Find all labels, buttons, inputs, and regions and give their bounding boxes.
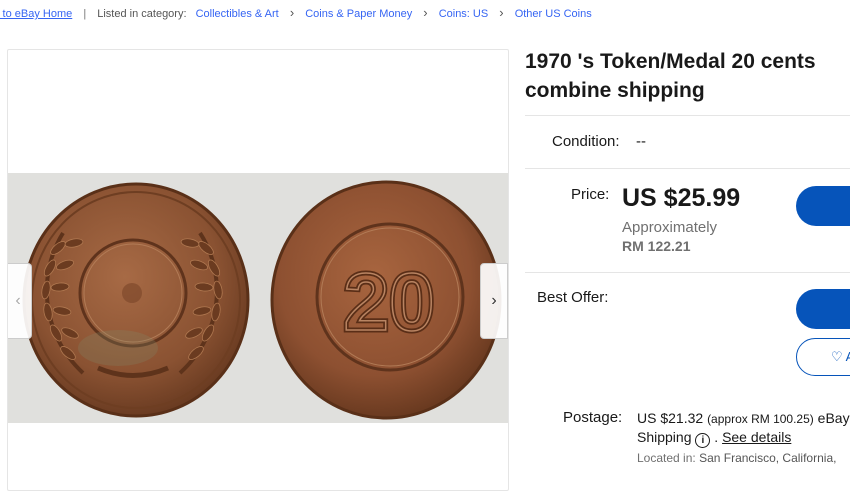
price-label: Price:: [571, 186, 610, 203]
item-location: Located in: San Francisco, California,: [637, 451, 836, 465]
item-title: 1970 's Token/Medal 20 cents combine shi…: [525, 47, 816, 105]
postage-cost-line: US $21.32 (approx RM 100.25) eBay: [637, 410, 850, 426]
chevron-right-icon: ›: [499, 5, 504, 20]
breadcrumb-item-coins-us[interactable]: Coins: US: [439, 8, 489, 20]
divider: [525, 115, 850, 116]
coin-obverse: [22, 182, 250, 418]
coins-photo: 20 20: [22, 180, 502, 420]
coin-denomination-highlight: 20: [343, 257, 434, 348]
postage-approx: (approx RM 100.25): [707, 412, 814, 426]
separator-dot: .: [714, 429, 719, 445]
breadcrumb-item-other-us-coins[interactable]: Other US Coins: [515, 8, 592, 20]
listed-in-label: Listed in category:: [97, 8, 187, 20]
back-to-ebay-home-link[interactable]: k to eBay Home: [0, 8, 72, 20]
divider: [525, 272, 850, 273]
add-to-watchlist-button[interactable]: ♡ A: [796, 338, 850, 376]
heart-icon: ♡: [831, 349, 843, 364]
watchlist-label: A: [845, 349, 850, 364]
item-title-line2: combine shipping: [525, 79, 705, 102]
item-image-frame[interactable]: 20 20 ‹ ›: [7, 49, 509, 491]
item-title-line1: 1970 's Token/Medal 20 cents: [525, 50, 816, 73]
breadcrumb-item-coins-paper-money[interactable]: Coins & Paper Money: [305, 8, 412, 20]
price-approx-label: Approximately: [622, 219, 718, 236]
condition-label: Condition:: [552, 133, 620, 150]
make-offer-button[interactable]: [796, 289, 850, 329]
divider: [525, 168, 850, 169]
next-image-button[interactable]: ›: [480, 263, 508, 339]
price-value: US $25.99: [622, 184, 741, 212]
chevron-right-icon: ›: [423, 5, 428, 20]
chevron-right-icon: ›: [289, 5, 295, 20]
located-in-value: San Francisco, California,: [699, 451, 837, 465]
located-in-label: Located in:: [637, 451, 696, 465]
chevron-left-icon: ‹: [15, 292, 21, 309]
condition-value: --: [636, 133, 646, 150]
previous-image-button[interactable]: ‹: [8, 263, 32, 339]
breadcrumb-item-collectibles[interactable]: Collectibles & Art: [196, 8, 279, 20]
postage-carrier: eBay: [817, 410, 850, 426]
best-offer-label: Best Offer:: [537, 289, 609, 306]
shipping-details-line: Shipping i . See details: [637, 429, 791, 448]
item-photo: 20 20: [8, 173, 508, 423]
breadcrumb: k to eBay Home | Listed in category: Col…: [0, 5, 592, 20]
price-converted: RM 122.21: [622, 238, 691, 254]
see-details-link[interactable]: See details: [722, 429, 791, 445]
postage-label: Postage:: [563, 409, 623, 426]
shipping-service: Shipping: [637, 429, 692, 445]
postage-amount: US $21.32: [637, 410, 704, 426]
buy-it-now-button[interactable]: [796, 186, 850, 226]
breadcrumb-separator: |: [83, 8, 87, 20]
info-icon[interactable]: i: [695, 433, 711, 448]
coin-reverse: 20 20: [270, 180, 502, 420]
chevron-right-icon: ›: [491, 292, 497, 309]
